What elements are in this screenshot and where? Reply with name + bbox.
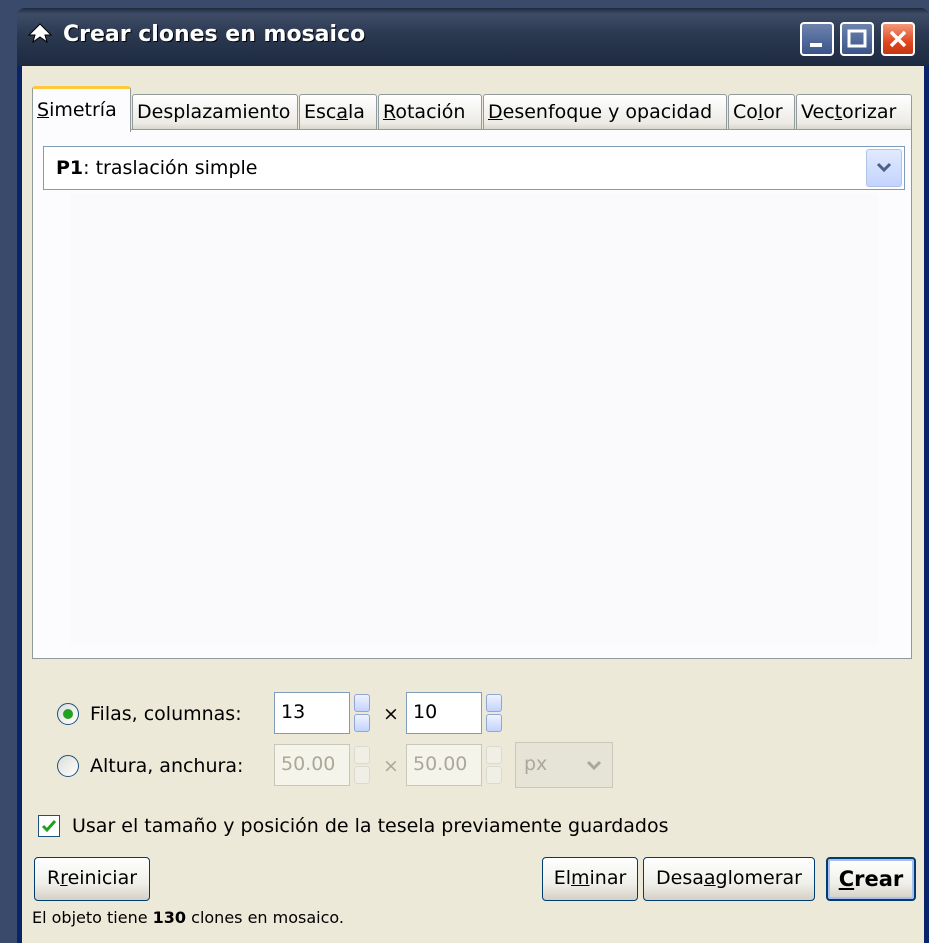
symmetry-select-value: P1: traslación simple bbox=[56, 157, 258, 179]
tab-rotacion[interactable]: Rotación bbox=[378, 94, 482, 130]
unclump-button[interactable]: Desaaglomerar bbox=[643, 857, 815, 901]
spin-up-icon[interactable] bbox=[354, 746, 370, 764]
tab-desenfoque-opacidad[interactable]: Desenfoque y opacidad bbox=[483, 94, 727, 130]
reset-button[interactable]: Rreiniciar bbox=[34, 857, 150, 901]
create-button[interactable]: Crear bbox=[826, 857, 916, 901]
unit-select-value: px bbox=[524, 753, 548, 775]
unit-select[interactable]: px bbox=[515, 742, 613, 788]
chevron-down-icon bbox=[876, 162, 892, 173]
title-bar[interactable]: Crear clones en mosaico bbox=[17, 8, 929, 66]
height-input[interactable]: 50.00 bbox=[274, 744, 350, 786]
tab-color[interactable]: Color bbox=[728, 94, 795, 130]
spin-up-icon[interactable] bbox=[486, 746, 502, 764]
minimize-button[interactable] bbox=[800, 22, 834, 56]
times-separator: × bbox=[383, 703, 399, 725]
checkmark-icon bbox=[41, 820, 57, 833]
maximize-icon bbox=[847, 29, 867, 48]
tab-simetria[interactable]: Simetría bbox=[32, 86, 131, 132]
inkscape-icon bbox=[27, 23, 53, 44]
rows-input[interactable]: 13 bbox=[274, 692, 350, 734]
rows-columns-label: Filas, columnas: bbox=[90, 703, 242, 725]
spin-down-icon[interactable] bbox=[354, 714, 370, 732]
rows-spinner[interactable] bbox=[352, 692, 372, 734]
symmetry-dropdown-button[interactable] bbox=[866, 149, 902, 187]
close-button[interactable] bbox=[881, 22, 915, 56]
maximize-button[interactable] bbox=[840, 22, 874, 56]
spin-up-icon[interactable] bbox=[354, 694, 370, 712]
tab-panel-simetria: P1: traslación simple bbox=[32, 129, 912, 659]
symmetry-select[interactable]: P1: traslación simple bbox=[43, 146, 905, 190]
spin-down-icon[interactable] bbox=[486, 766, 502, 784]
width-spinner[interactable] bbox=[484, 744, 504, 786]
dialog-window: Crear clones en mosaico Simetría Desplaz… bbox=[17, 8, 929, 943]
symmetry-preview-area bbox=[70, 194, 878, 644]
tab-strip: Simetría Desplazamiento Escala Rotación … bbox=[32, 76, 912, 132]
close-icon bbox=[889, 30, 907, 48]
radio-selected-dot bbox=[63, 709, 73, 719]
rows-columns-radio[interactable] bbox=[57, 703, 79, 725]
dialog-body: Simetría Desplazamiento Escala Rotación … bbox=[22, 66, 924, 943]
spin-down-icon[interactable] bbox=[354, 766, 370, 784]
use-saved-tile-label: Usar el tamaño y posición de la tesela p… bbox=[72, 815, 669, 837]
chevron-down-icon bbox=[586, 760, 602, 771]
height-width-label: Altura, anchura: bbox=[90, 755, 244, 777]
width-input[interactable]: 50.00 bbox=[406, 744, 482, 786]
remove-button[interactable]: Elminar bbox=[542, 857, 638, 901]
minimize-icon bbox=[810, 43, 822, 47]
status-message: El objeto tiene 130 clones en mosaico. bbox=[32, 908, 345, 927]
clone-count: 130 bbox=[152, 908, 187, 927]
times-separator: × bbox=[383, 755, 399, 777]
use-saved-tile-checkbox[interactable] bbox=[38, 815, 60, 837]
spin-up-icon[interactable] bbox=[486, 694, 502, 712]
spin-down-icon[interactable] bbox=[486, 714, 502, 732]
columns-input[interactable]: 10 bbox=[406, 692, 482, 734]
tab-desplazamiento[interactable]: Desplazamiento bbox=[132, 94, 298, 130]
height-width-radio[interactable] bbox=[57, 755, 79, 777]
tab-escala[interactable]: Escala bbox=[299, 94, 377, 130]
tab-vectorizar[interactable]: Vectorizar bbox=[796, 94, 912, 130]
columns-spinner[interactable] bbox=[484, 692, 504, 734]
window-title: Crear clones en mosaico bbox=[63, 22, 366, 47]
height-spinner[interactable] bbox=[352, 744, 372, 786]
